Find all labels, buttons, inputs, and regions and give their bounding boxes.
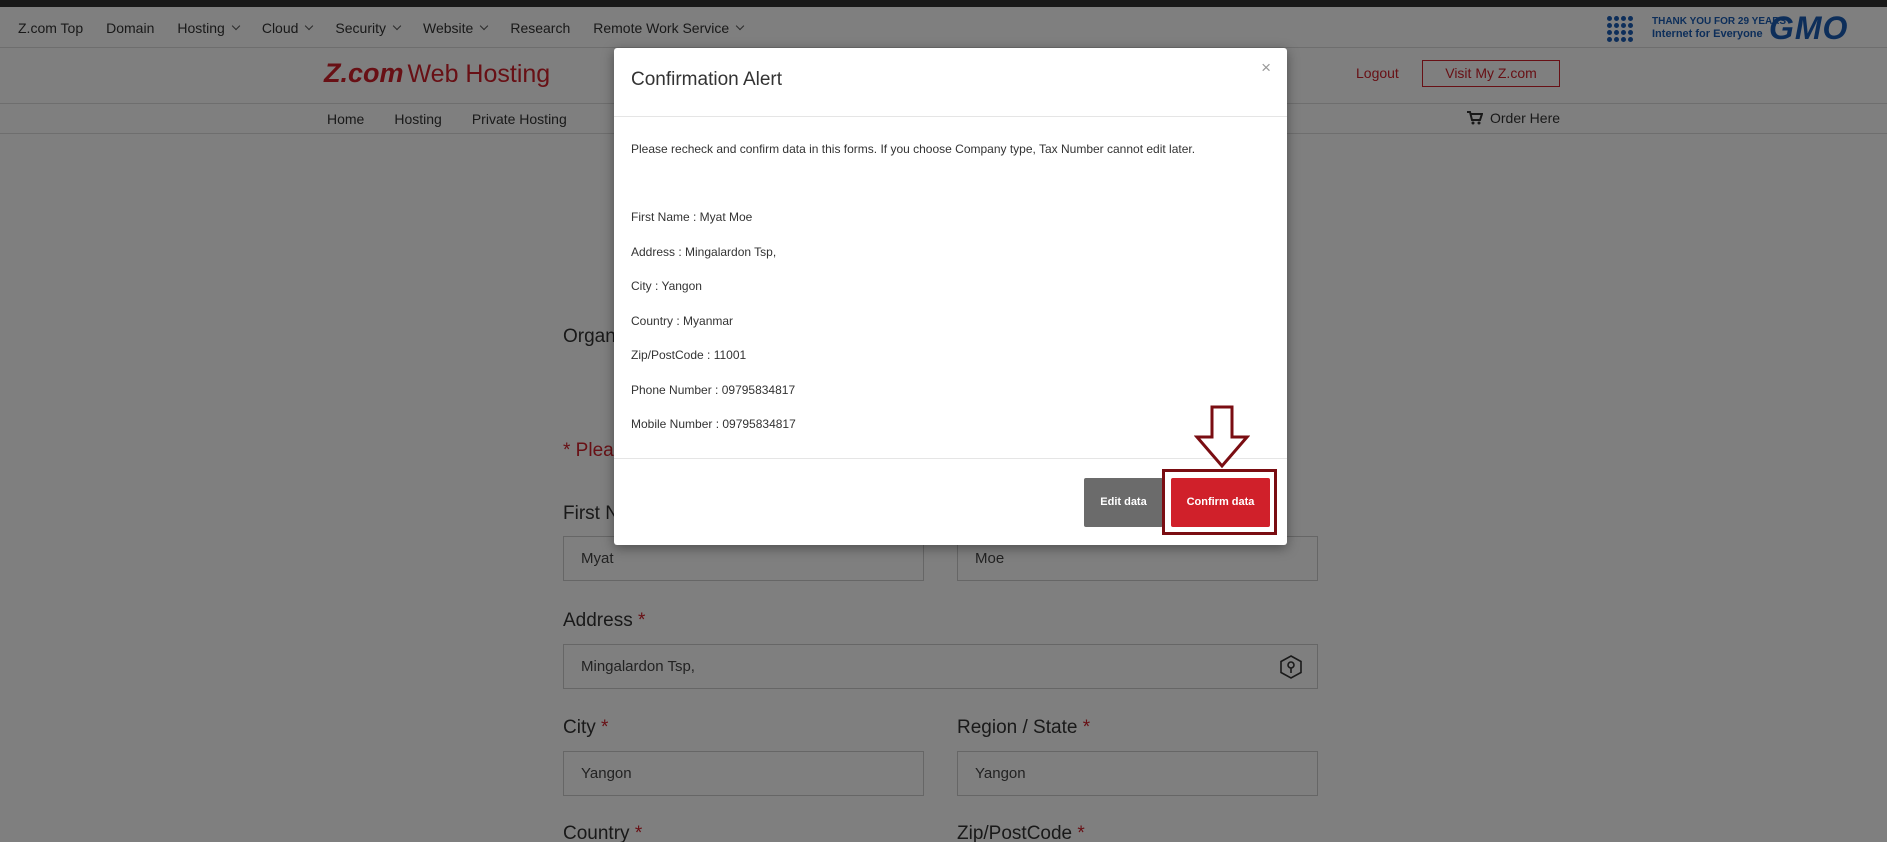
edit-data-button[interactable]: Edit data — [1084, 478, 1163, 527]
modal-body — [614, 117, 1287, 459]
close-icon[interactable]: × — [1261, 58, 1271, 78]
modal-header: Confirmation Alert × — [614, 48, 1287, 117]
detail-address: Address : Mingalardon Tsp, — [631, 245, 777, 259]
confirmation-modal: Confirmation Alert × Please recheck and … — [614, 48, 1287, 545]
modal-title: Confirmation Alert — [631, 69, 783, 90]
modal-notice: Please recheck and confirm data in this … — [631, 142, 1196, 156]
annotation-arrow-down-icon — [1194, 405, 1250, 469]
detail-mobile: Mobile Number : 09795834817 — [631, 417, 796, 431]
detail-country: Country : Myanmar — [631, 314, 734, 328]
detail-city: City : Yangon — [631, 279, 702, 293]
detail-first-name: First Name : Myat Moe — [631, 210, 753, 224]
detail-zip: Zip/PostCode : 11001 — [631, 348, 747, 362]
detail-phone: Phone Number : 09795834817 — [631, 383, 796, 397]
confirm-data-button[interactable]: Confirm data — [1171, 478, 1270, 527]
